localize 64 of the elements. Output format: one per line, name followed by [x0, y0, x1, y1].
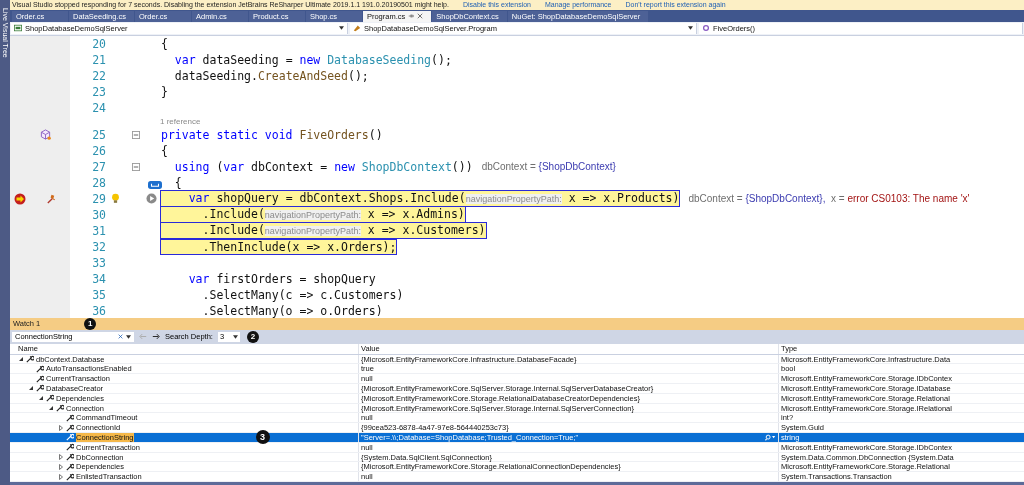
line-number: 30 — [91, 207, 106, 222]
code-line: var dataSeeding = new DatabaseSeeding(); — [173, 51, 453, 68]
line-number: 34 — [91, 271, 106, 286]
gear-icon — [702, 24, 710, 33]
code-line: using (var dbContext = new ShopDbContext()) — [173, 158, 474, 175]
callout-number: 2 — [246, 330, 259, 343]
code-line: private static void FiveOrders() — [160, 126, 384, 143]
clear-icon[interactable] — [118, 334, 123, 340]
code-line: { — [160, 35, 169, 52]
code-line: .SelectMany(c => c.Customers) — [201, 286, 405, 303]
line-number: 22 — [91, 68, 106, 83]
expand-arrow-icon[interactable] — [58, 454, 64, 460]
code-line: .SelectMany(o => o.Orders) — [201, 302, 384, 318]
line-number: 26 — [91, 143, 106, 158]
caret-icon — [339, 26, 344, 31]
line-number: 29 — [91, 191, 106, 206]
expand-arrow-icon[interactable] — [58, 424, 64, 431]
line-number: 24 — [91, 100, 106, 115]
collapse-icon[interactable] — [132, 162, 140, 171]
line-number: 35 — [91, 287, 106, 302]
line-number: 31 — [91, 223, 106, 238]
forward-arrow-icon[interactable] — [152, 333, 160, 341]
code-line: var firstOrders = shopQuery — [187, 270, 377, 287]
caret-icon[interactable] — [126, 334, 131, 339]
inline-value: dbContext = {ShopDbContext} — [481, 161, 616, 173]
inline-value: dbContext = {ShopDbContext}, x = error CS0103: The name 'x' — [688, 193, 970, 205]
wrench-icon — [26, 355, 34, 364]
caret-icon — [688, 26, 693, 31]
collapse-arrow-icon[interactable] — [38, 395, 44, 402]
line-number: 28 — [91, 175, 106, 190]
line-number: 25 — [91, 127, 106, 142]
line-number: 27 — [91, 159, 106, 174]
callout-number: 3 — [255, 430, 270, 445]
code-line: dataSeeding.CreateAndSeed(); — [173, 67, 370, 84]
line-number: 21 — [91, 52, 106, 67]
pin-icon[interactable] — [408, 13, 415, 20]
code-line: { — [173, 174, 183, 191]
line-number: 33 — [91, 255, 106, 270]
magnifier-icon[interactable] — [765, 433, 776, 441]
lightbulb-icon[interactable] — [111, 193, 120, 205]
project-icon — [14, 24, 22, 33]
run-to-click-icon[interactable] — [146, 192, 157, 204]
code-line: { — [160, 142, 169, 159]
wrench-icon — [46, 394, 54, 403]
class-icon — [353, 24, 361, 33]
line-number: 20 — [91, 36, 106, 51]
breakpoint-icon[interactable] — [14, 192, 26, 205]
line-number: 36 — [91, 303, 106, 318]
caret-icon — [232, 334, 238, 339]
expand-arrow-icon[interactable] — [58, 473, 64, 480]
close-icon[interactable] — [417, 13, 424, 20]
collapse-icon[interactable] — [132, 130, 140, 139]
line-number: 23 — [91, 84, 106, 99]
bracket-marker-icon[interactable] — [148, 180, 162, 189]
collapse-arrow-icon[interactable] — [48, 405, 54, 411]
line-number: 32 — [91, 239, 106, 254]
code-lens[interactable]: 1 reference — [160, 116, 201, 126]
expand-arrow-icon[interactable] — [58, 463, 64, 470]
wrench-icon — [56, 404, 64, 412]
collapse-arrow-icon[interactable] — [28, 385, 34, 392]
hammer-icon[interactable] — [46, 193, 57, 205]
collapse-arrow-icon[interactable] — [18, 356, 24, 363]
code-line: } — [160, 83, 169, 100]
cube-icon — [40, 129, 51, 141]
